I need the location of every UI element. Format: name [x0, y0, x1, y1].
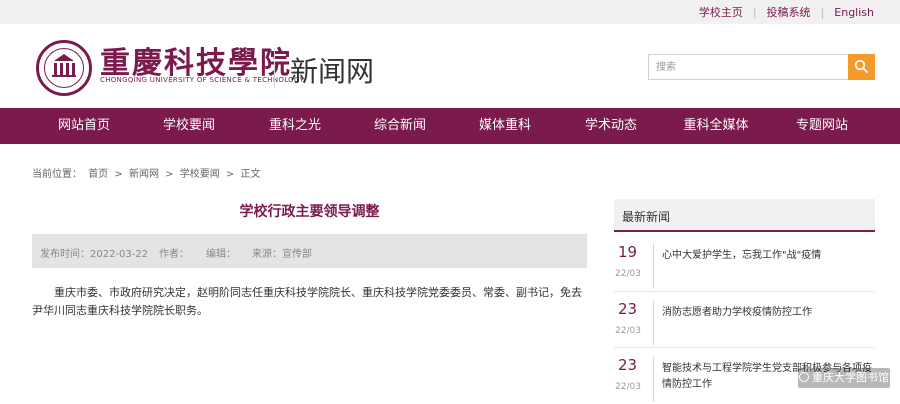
news-item[interactable]: 23 22/03 消防志愿者助力学校疫情防控工作 — [614, 300, 875, 346]
news-divider — [614, 291, 875, 292]
latest-news-title: 最新新闻 — [622, 210, 671, 224]
news-date: 23 22/03 — [614, 356, 654, 402]
library-watermark: 重庆大学图书馆 — [798, 368, 890, 388]
news-month: 22/03 — [615, 269, 641, 279]
article-title: 学校行政主要领导调整 — [239, 204, 380, 220]
breadcrumb: 当前位置： 首页 > 新闻网 > 学校要闻 > 正文 — [32, 165, 263, 180]
latest-news-header: 最新新闻 — [614, 199, 875, 232]
watermark-icon — [799, 372, 809, 382]
news-item[interactable]: 19 22/03 心中大爱护学生，忘我工作"战"疫情 — [614, 243, 875, 289]
article-meta-bar: 发布时间：2022-03-22 作者： 编辑： 来源：宣传部 — [32, 234, 587, 268]
nav-media-cqust[interactable]: 媒体重科 — [479, 108, 531, 144]
divider: | — [752, 5, 757, 19]
link-school-home[interactable]: 学校主页 — [699, 4, 743, 20]
news-title[interactable]: 消防志愿者助力学校疫情防控工作 — [662, 305, 872, 321]
breadcrumb-school-news[interactable]: 学校要闻 — [180, 169, 220, 180]
site-name: 新闻网 — [290, 55, 375, 88]
news-day: 23 — [618, 300, 638, 318]
watermark-text: 重庆大学图书馆 — [812, 371, 889, 384]
nav-school-news[interactable]: 学校要闻 — [163, 108, 215, 144]
article-author: 作者： — [159, 249, 189, 260]
search-input[interactable] — [649, 55, 847, 79]
breadcrumb-label: 当前位置： — [32, 169, 82, 180]
news-day: 23 — [618, 356, 638, 374]
breadcrumb-separator: > — [165, 169, 174, 180]
nav-home[interactable]: 网站首页 — [58, 108, 110, 144]
search-button[interactable] — [848, 54, 875, 80]
news-divider — [614, 347, 875, 348]
breadcrumb-home[interactable]: 首页 — [88, 169, 108, 180]
top-bar: 学校主页 | 投稿系统 | English — [0, 0, 900, 24]
breadcrumb-current: 正文 — [240, 169, 261, 180]
search-box — [648, 54, 875, 80]
nav-academic-news[interactable]: 学术动态 — [585, 108, 637, 144]
link-submission-system[interactable]: 投稿系统 — [767, 4, 811, 20]
header: 重慶科技學院 CHONGQING UNIVERSITY OF SCIENCE &… — [0, 24, 900, 108]
breadcrumb-separator: > — [114, 169, 123, 180]
nav-special-sites[interactable]: 专题网站 — [796, 108, 848, 144]
top-links: 学校主页 | 投稿系统 | English — [699, 0, 874, 24]
breadcrumb-separator: > — [225, 169, 235, 180]
logo-divider — [274, 48, 275, 88]
nav-cqust-light[interactable]: 重科之光 — [269, 108, 321, 144]
university-seal-logo[interactable] — [36, 40, 92, 96]
link-english[interactable]: English — [834, 6, 874, 19]
divider: | — [820, 5, 825, 19]
news-date: 23 22/03 — [614, 300, 654, 346]
breadcrumb-news-site[interactable]: 新闻网 — [129, 169, 159, 180]
seal-building-icon — [52, 59, 76, 77]
main-nav: 网站首页 学校要闻 重科之光 综合新闻 媒体重科 学术动态 重科全媒体 专题网站 — [0, 108, 900, 144]
article-editor: 编辑： — [206, 249, 236, 260]
news-month: 22/03 — [615, 326, 641, 336]
article-body: 重庆市委、市政府研究决定，赵明阶同志任重庆科技学院院长、重庆科技学院党委委员、常… — [32, 286, 582, 317]
news-date: 19 22/03 — [614, 243, 654, 289]
nav-general-news[interactable]: 综合新闻 — [374, 108, 426, 144]
nav-all-media[interactable]: 重科全媒体 — [683, 108, 748, 144]
article-source: 来源：宣传部 — [252, 249, 312, 260]
search-icon — [854, 59, 869, 74]
news-day: 19 — [618, 243, 638, 261]
article-publish-time: 发布时间：2022-03-22 — [40, 249, 149, 260]
news-month: 22/03 — [615, 382, 641, 392]
news-title[interactable]: 心中大爱护学生，忘我工作"战"疫情 — [662, 248, 872, 264]
